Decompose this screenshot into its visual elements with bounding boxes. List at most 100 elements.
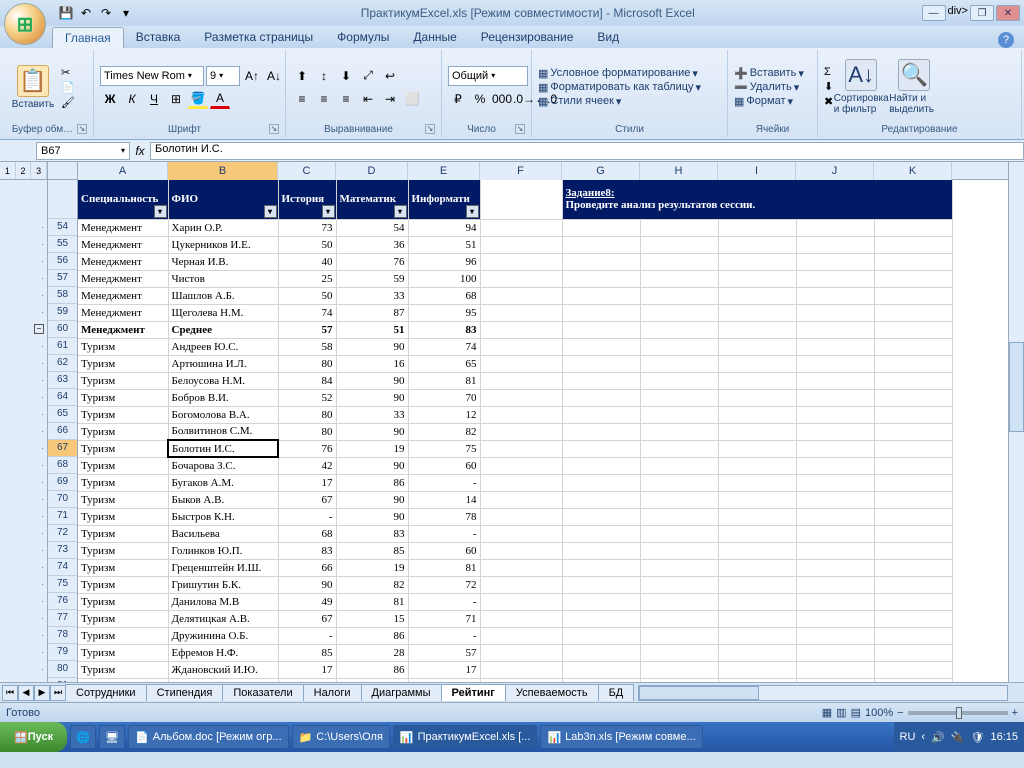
cell[interactable] xyxy=(718,457,796,474)
cell[interactable] xyxy=(718,440,796,457)
cell[interactable]: 80 xyxy=(278,406,336,423)
percent-icon[interactable]: % xyxy=(470,89,490,109)
cell[interactable] xyxy=(874,304,952,321)
tray-safely-remove-icon[interactable]: 🔌 xyxy=(951,731,965,744)
cell[interactable]: 54 xyxy=(336,219,408,236)
cell[interactable] xyxy=(874,491,952,508)
cell[interactable] xyxy=(796,321,874,338)
cell[interactable] xyxy=(718,610,796,627)
cell[interactable] xyxy=(562,525,640,542)
cell[interactable] xyxy=(562,389,640,406)
cell[interactable]: 94 xyxy=(408,219,480,236)
cell[interactable] xyxy=(874,236,952,253)
align-left-icon[interactable]: ≡ xyxy=(292,89,312,109)
shrink-font-icon[interactable]: A↓ xyxy=(264,66,284,86)
column-header[interactable]: F xyxy=(480,162,562,180)
cell[interactable] xyxy=(562,644,640,661)
cell[interactable]: Менеджмент xyxy=(78,304,168,321)
cell[interactable]: Туризм xyxy=(78,644,168,661)
cell[interactable]: 74 xyxy=(278,304,336,321)
cell[interactable] xyxy=(874,287,952,304)
cell[interactable] xyxy=(796,457,874,474)
cell[interactable]: 90 xyxy=(336,508,408,525)
clear-icon[interactable]: ✖ xyxy=(824,95,833,108)
cell[interactable]: Среднее xyxy=(168,321,278,338)
cell[interactable]: 76 xyxy=(278,440,336,457)
cell[interactable] xyxy=(718,406,796,423)
zoom-in-icon[interactable]: + xyxy=(1012,707,1018,719)
row-header[interactable]: 65 xyxy=(48,406,77,423)
cell[interactable] xyxy=(640,644,718,661)
row-header[interactable]: 76 xyxy=(48,593,77,610)
cell[interactable] xyxy=(562,542,640,559)
row-header[interactable]: 71 xyxy=(48,508,77,525)
column-header[interactable]: E xyxy=(408,162,480,180)
cell[interactable]: 83 xyxy=(278,542,336,559)
cell[interactable] xyxy=(640,338,718,355)
cell[interactable] xyxy=(480,406,562,423)
cell[interactable] xyxy=(718,304,796,321)
cell[interactable]: Менеджмент xyxy=(78,287,168,304)
cell[interactable] xyxy=(480,219,562,236)
delete-cells-button[interactable]: ➖ Удалить ▾ xyxy=(734,81,799,94)
insert-cells-button[interactable]: ➕ Вставить ▾ xyxy=(734,67,804,80)
clipboard-dialog-icon[interactable]: ↘ xyxy=(77,124,87,134)
cell[interactable]: Андреев Ю.С. xyxy=(168,338,278,355)
cell[interactable]: 28 xyxy=(336,644,408,661)
cell[interactable]: 67 xyxy=(278,610,336,627)
cell[interactable] xyxy=(796,542,874,559)
ribbon-tab[interactable]: Разметка страницы xyxy=(192,27,325,48)
cell[interactable] xyxy=(640,270,718,287)
cell[interactable] xyxy=(718,491,796,508)
column-header[interactable]: J xyxy=(796,162,874,180)
cell[interactable]: 90 xyxy=(336,491,408,508)
cell[interactable] xyxy=(718,508,796,525)
cell[interactable] xyxy=(874,372,952,389)
row-header[interactable]: 75 xyxy=(48,576,77,593)
cell[interactable]: 51 xyxy=(336,321,408,338)
cut-icon[interactable]: ✂ xyxy=(61,66,75,79)
conditional-formatting-button[interactable]: ▦ Условное форматирование ▾ xyxy=(538,67,698,80)
cell[interactable] xyxy=(640,508,718,525)
cell[interactable] xyxy=(640,406,718,423)
cell[interactable] xyxy=(480,576,562,593)
currency-icon[interactable]: ₽ xyxy=(448,89,468,109)
cell[interactable] xyxy=(480,440,562,457)
cell[interactable]: Быков А.В. xyxy=(168,491,278,508)
taskbar-item[interactable]: 📄Альбом.doc [Режим огр... xyxy=(128,725,288,749)
cell[interactable] xyxy=(562,236,640,253)
cell[interactable]: 95 xyxy=(408,304,480,321)
row-header[interactable]: 67 xyxy=(48,440,77,457)
cell[interactable]: 36 xyxy=(336,236,408,253)
row-header[interactable]: 79 xyxy=(48,644,77,661)
cell[interactable]: 57 xyxy=(408,644,480,661)
cell[interactable] xyxy=(874,610,952,627)
row-header[interactable]: 77 xyxy=(48,610,77,627)
cell[interactable]: 82 xyxy=(408,423,480,440)
cell[interactable]: Туризм xyxy=(78,457,168,474)
format-painter-icon[interactable]: 🖌 xyxy=(61,96,75,109)
cell[interactable]: 60 xyxy=(408,542,480,559)
ribbon-tab[interactable]: Формулы xyxy=(325,27,401,48)
copy-icon[interactable]: 📄 xyxy=(61,81,75,94)
wrap-text-icon[interactable]: ↩ xyxy=(380,66,400,86)
column-header[interactable]: B xyxy=(168,162,278,180)
outline-levels[interactable]: 123 xyxy=(0,162,48,179)
cell[interactable]: Туризм xyxy=(78,389,168,406)
fill-icon[interactable]: ⬇ xyxy=(824,80,833,93)
cell[interactable]: Туризм xyxy=(78,661,168,678)
cell[interactable] xyxy=(796,491,874,508)
filter-icon[interactable]: ▾ xyxy=(264,205,277,218)
align-right-icon[interactable]: ≡ xyxy=(336,89,356,109)
cell[interactable]: Цукерников И.Е. xyxy=(168,236,278,253)
cell[interactable]: Щеголева Н.М. xyxy=(168,304,278,321)
cell[interactable] xyxy=(562,406,640,423)
cell[interactable] xyxy=(640,440,718,457)
ribbon-tab[interactable]: Рецензирование xyxy=(469,27,586,48)
column-header[interactable]: H xyxy=(640,162,718,180)
cell[interactable] xyxy=(640,678,718,682)
cell[interactable]: 14 xyxy=(408,491,480,508)
cell[interactable] xyxy=(480,236,562,253)
cell[interactable] xyxy=(874,661,952,678)
cell[interactable] xyxy=(796,576,874,593)
